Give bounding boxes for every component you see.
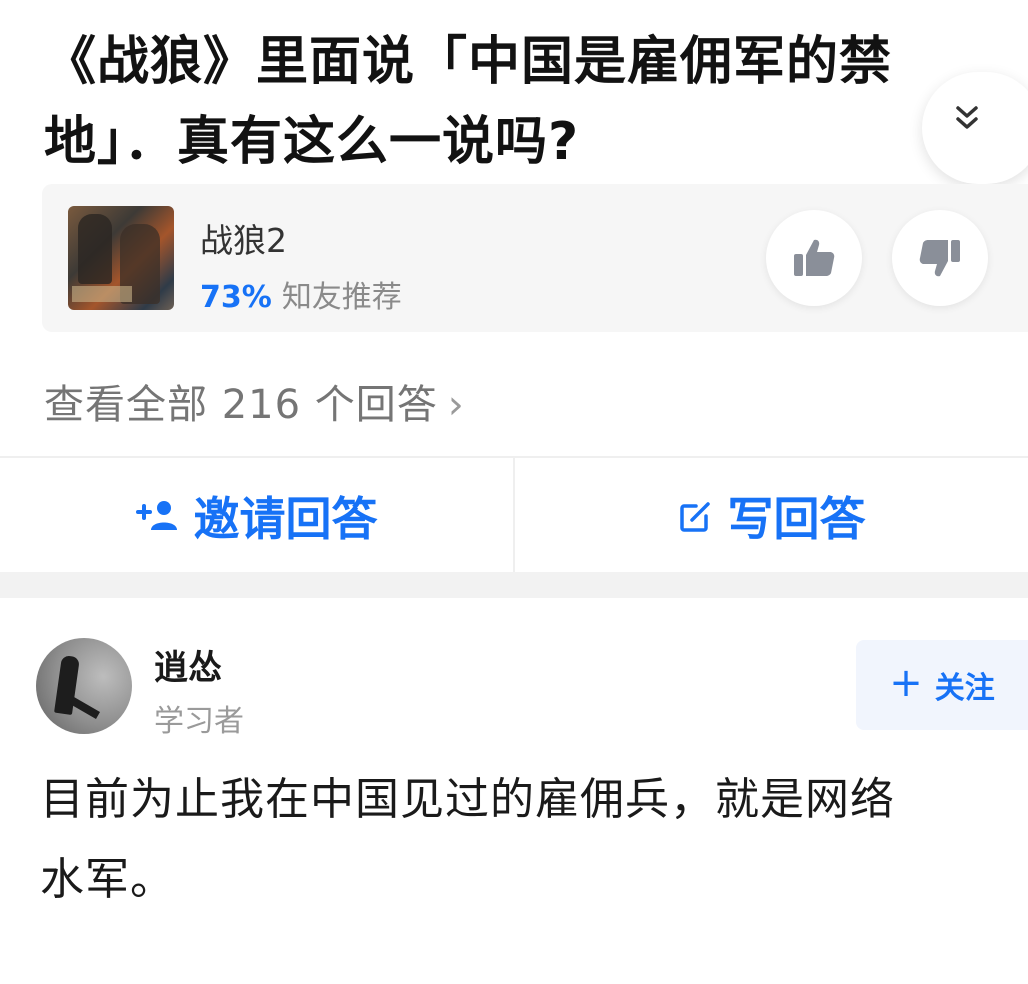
answer-body[interactable]: 目前为止我在中国见过的雇佣兵，就是网络 水军。: [40, 760, 1028, 930]
follow-button[interactable]: + 关注: [856, 640, 1028, 730]
movie-card[interactable]: 战狼2 73% 知友推荐: [42, 184, 1028, 332]
author-name[interactable]: 逍怂: [154, 640, 222, 689]
answer-body-line-2: 水军。: [40, 854, 175, 905]
edit-icon: [679, 502, 710, 532]
add-user-icon: [135, 501, 177, 530]
movie-rating: 73% 知友推荐: [200, 272, 402, 316]
rating-label: 知友推荐: [281, 280, 402, 315]
double-chevron-down-icon: [956, 106, 978, 129]
question-title-line-1: 《战狼》里面说「中国是雇佣军的禁: [44, 32, 893, 92]
follow-label: 关注: [934, 671, 995, 706]
collapse-button[interactable]: [922, 72, 1028, 184]
movie-name[interactable]: 战狼2: [200, 214, 287, 262]
question-title-line-2: 地」．真有这么一说吗?: [44, 112, 580, 172]
view-all-label: 查看全部 216 个回答: [44, 382, 438, 428]
movie-poster[interactable]: [68, 206, 174, 310]
avatar[interactable]: [36, 638, 132, 734]
thumbs-down-icon: [919, 240, 960, 277]
invite-answer-button[interactable]: 邀请回答: [0, 458, 515, 574]
rating-percent: 73%: [200, 280, 272, 315]
section-divider: [0, 572, 1028, 598]
invite-answer-label: 邀请回答: [193, 492, 378, 546]
plus-icon: +: [889, 660, 923, 706]
view-all-answers-link[interactable]: 查看全部 216 个回答 ›: [44, 372, 465, 430]
question-title: 《战狼》里面说「中国是雇佣军的禁 地」．真有这么一说吗?: [44, 22, 984, 182]
thumbs-up-icon: [794, 239, 835, 276]
write-answer-button[interactable]: 写回答: [515, 458, 1028, 574]
thumbs-down-button[interactable]: [892, 210, 988, 306]
write-answer-label: 写回答: [727, 492, 866, 546]
thumbs-up-button[interactable]: [766, 210, 862, 306]
answer-body-line-1: 目前为止我在中国见过的雇佣兵，就是网络: [40, 774, 895, 825]
author-bio: 学习者: [154, 704, 244, 739]
action-bar: 邀请回答 写回答: [0, 456, 1028, 574]
chevron-right-icon: ›: [447, 382, 465, 428]
